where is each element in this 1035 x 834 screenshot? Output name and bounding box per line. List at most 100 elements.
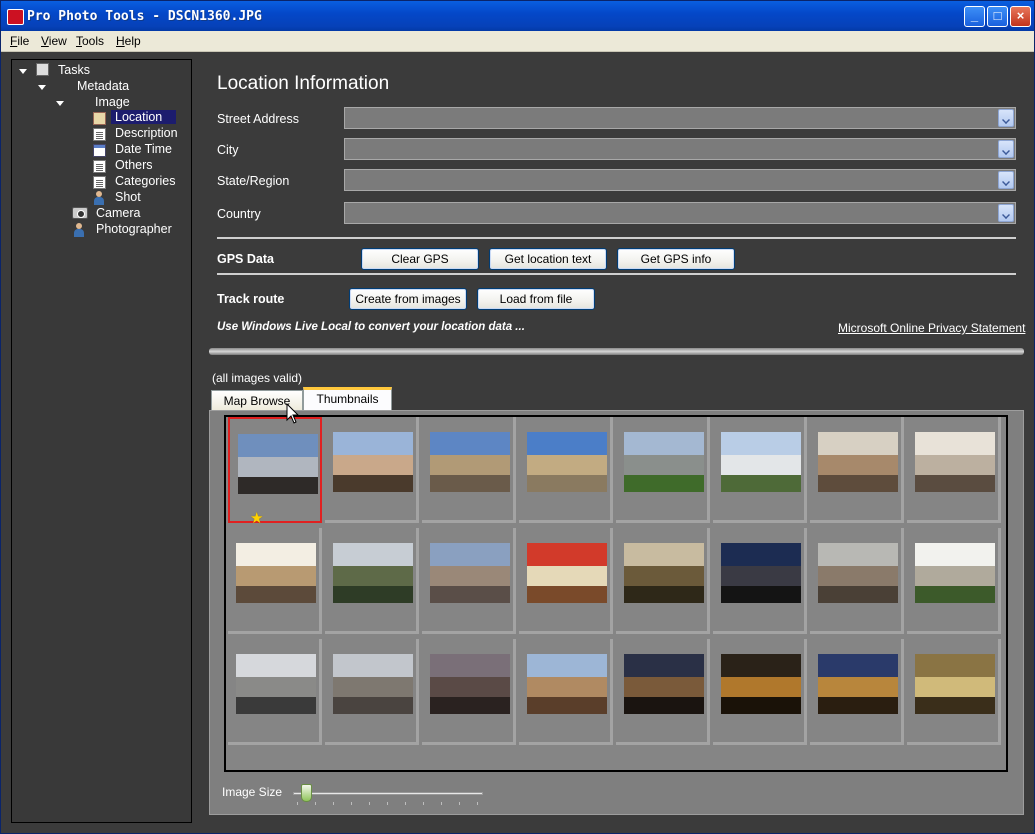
photo-thumbnail-garden-house[interactable] (915, 543, 995, 603)
thumbnail-cell[interactable] (325, 528, 419, 634)
get-location-text-button[interactable]: Get location text (489, 248, 607, 270)
create-from-images-button[interactable]: Create from images (349, 288, 467, 310)
expand-arrow-icon[interactable] (56, 101, 64, 106)
list-icon (93, 176, 106, 189)
thumbnail-cell[interactable] (422, 417, 516, 523)
person-icon (94, 191, 104, 205)
photo-thumbnail-palm-park[interactable] (333, 543, 413, 603)
photo-thumbnail-sandwich[interactable] (624, 543, 704, 603)
thumbnail-cell[interactable] (713, 639, 807, 745)
country-combo[interactable] (344, 202, 1016, 224)
thumbnail-cell[interactable] (228, 639, 322, 745)
chevron-down-icon[interactable] (998, 140, 1014, 158)
tree-item-shot[interactable]: Shot (115, 190, 141, 204)
image-size-slider-thumb[interactable] (301, 784, 313, 802)
menu-help[interactable]: Help (116, 34, 141, 48)
thumbnail-cell[interactable] (810, 528, 904, 634)
tree-item-date-time[interactable]: Date Time (115, 142, 172, 156)
photo-thumbnail-coast-field[interactable] (624, 432, 704, 492)
thumbnail-cell[interactable] (810, 639, 904, 745)
photo-thumbnail-dusk-tower[interactable] (721, 543, 801, 603)
image-size-slider-track[interactable] (293, 792, 483, 795)
city-combo[interactable] (344, 138, 1016, 160)
tree-item-metadata[interactable]: Metadata (77, 79, 129, 93)
menu-tools[interactable]: Tools (76, 34, 104, 48)
tab-thumbnails[interactable]: Thumbnails (303, 387, 392, 412)
photo-thumbnail-courtyard[interactable] (915, 654, 995, 714)
splitter-bar[interactable] (209, 348, 1024, 355)
photo-thumbnail-night-lane[interactable] (818, 654, 898, 714)
thumbnail-cell[interactable] (325, 417, 419, 523)
thumbnail-cell[interactable] (907, 528, 1001, 634)
photo-thumbnail-city-street[interactable] (236, 654, 316, 714)
tree-item-camera[interactable]: Camera (96, 206, 140, 220)
thumbnail-cell[interactable] (422, 639, 516, 745)
thumbnail-cell[interactable] (616, 417, 710, 523)
photo-thumbnail-snack-wrappers[interactable] (527, 543, 607, 603)
thumbnail-cell[interactable]: ★ (228, 417, 322, 526)
thumbnail-cell[interactable] (907, 639, 1001, 745)
photo-thumbnail-palm-street[interactable] (333, 432, 413, 492)
tree-item-location[interactable]: Location (111, 110, 176, 124)
street-address-combo[interactable] (344, 107, 1016, 129)
thumbnail-cell[interactable] (519, 528, 613, 634)
tree-item-categories[interactable]: Categories (115, 174, 175, 188)
photo-thumbnail-city-gate[interactable] (527, 654, 607, 714)
thumbnail-grid: ★ (224, 415, 1008, 772)
photo-thumbnail-station-plaza[interactable] (430, 543, 510, 603)
chevron-down-icon[interactable] (998, 171, 1014, 189)
thumbnail-cell[interactable] (810, 417, 904, 523)
thumbnail-cell[interactable] (519, 417, 613, 523)
photo-thumbnail-minaret-sky[interactable] (430, 432, 510, 492)
photo-thumbnail-train-station[interactable] (238, 434, 318, 494)
menu-file-label: ile (17, 34, 30, 48)
tree-item-tasks[interactable]: Tasks (58, 63, 90, 77)
menu-file[interactable]: File (10, 34, 29, 48)
thumbnail-cell[interactable] (325, 639, 419, 745)
slider-tick (459, 802, 460, 805)
tree-item-photographer[interactable]: Photographer (96, 222, 172, 236)
thumbnail-cell[interactable] (519, 639, 613, 745)
privacy-statement-link[interactable]: Microsoft Online Privacy Statement (838, 321, 1025, 335)
photo-thumbnail-white-arch[interactable] (236, 543, 316, 603)
thumbnail-cell[interactable] (713, 528, 807, 634)
title-bar[interactable]: Pro Photo Tools - DSCN1360.JPG _ □ × (1, 1, 1034, 31)
tree-item-image[interactable]: Image (95, 95, 130, 109)
track-route-label: Track route (217, 292, 285, 306)
window-title: Pro Photo Tools - DSCN1360.JPG (27, 9, 262, 24)
image-size-label: Image Size (222, 785, 283, 799)
load-from-file-button[interactable]: Load from file (477, 288, 595, 310)
photo-thumbnail-arch-hall[interactable] (915, 432, 995, 492)
menu-view[interactable]: View (41, 34, 67, 48)
photo-thumbnail-harbor-dusk[interactable] (430, 654, 510, 714)
chevron-down-icon[interactable] (998, 204, 1014, 222)
chevron-down-icon[interactable] (998, 109, 1014, 127)
photo-thumbnail-market-evening[interactable] (624, 654, 704, 714)
tree-item-others[interactable]: Others (115, 158, 153, 172)
clear-gps-button[interactable]: Clear GPS (361, 248, 479, 270)
maximize-button[interactable]: □ (987, 6, 1008, 27)
thumbnail-cell[interactable] (713, 417, 807, 523)
photo-thumbnail-night-alley[interactable] (721, 654, 801, 714)
photo-thumbnail-avenue[interactable] (333, 654, 413, 714)
close-button[interactable]: × (1010, 6, 1031, 27)
tree-item-description[interactable]: Description (115, 126, 178, 140)
thumbnail-cell[interactable] (616, 528, 710, 634)
thumbnail-cell[interactable] (228, 528, 322, 634)
menu-tools-label: ools (82, 34, 105, 48)
get-gps-info-button[interactable]: Get GPS info (617, 248, 735, 270)
thumbnail-cell[interactable] (907, 417, 1001, 523)
minimize-button[interactable]: _ (964, 6, 985, 27)
photo-thumbnail-white-buildings[interactable] (721, 432, 801, 492)
menu-bar: File View Tools Help (1, 31, 1034, 52)
state-region-combo[interactable] (344, 169, 1016, 191)
photo-thumbnail-mosque-arches[interactable] (818, 432, 898, 492)
photo-thumbnail-mosque-square[interactable] (527, 432, 607, 492)
app-window: Pro Photo Tools - DSCN1360.JPG _ □ × Fil… (0, 0, 1035, 834)
thumbnail-cell[interactable] (422, 528, 516, 634)
photo-thumbnail-street-cars[interactable] (818, 543, 898, 603)
expand-arrow-icon[interactable] (38, 85, 46, 90)
task-tree[interactable]: Tasks Metadata Image Location Descriptio… (11, 59, 192, 823)
thumbnail-cell[interactable] (616, 639, 710, 745)
expand-arrow-icon[interactable] (19, 69, 27, 74)
